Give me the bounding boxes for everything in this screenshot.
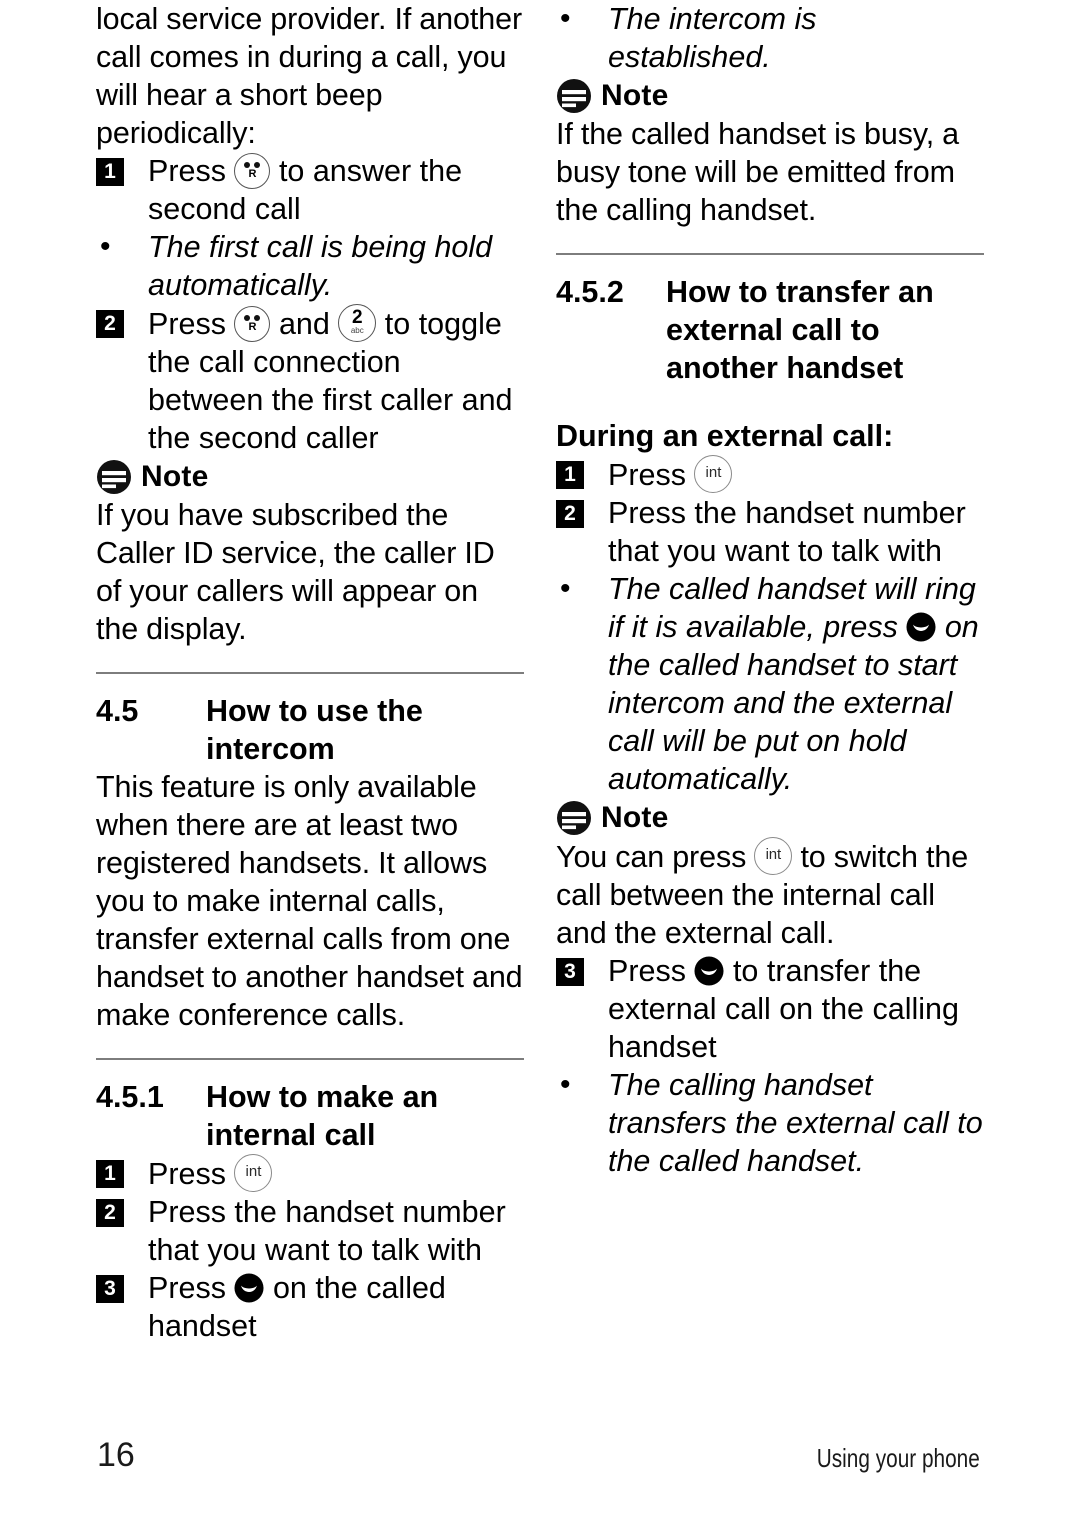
int-key-label: int: [245, 1163, 262, 1180]
heading-title: How to make an internal call: [206, 1080, 439, 1152]
note-label: Note: [141, 460, 209, 493]
heading-4-5-1: 4.5.1 How to make an internal call: [96, 1078, 524, 1154]
bullet-text: The first call is being hold automatical…: [148, 230, 493, 302]
int-key-icon: int: [234, 1154, 273, 1192]
step-text-before: Press: [148, 307, 226, 341]
heading-4-5: 4.5 How to use the intercom: [96, 692, 524, 768]
heading-number: 4.5.2: [556, 275, 624, 309]
bullet-dot-icon: •: [560, 572, 571, 605]
step-number-badge: 1: [556, 461, 584, 489]
recall-letter: R: [248, 168, 257, 180]
note-label: Note: [601, 801, 669, 834]
section-4-5-body: This feature is only available when ther…: [96, 770, 523, 1032]
intro-paragraph: local service provider. If another call …: [96, 2, 523, 150]
digit-two-key-icon: 2 abc: [338, 304, 377, 342]
footer-section-title: Using your phone: [816, 1443, 980, 1473]
step-press-handset-number: 2 Press the handset number that you want…: [96, 1193, 524, 1269]
recall-letter: R: [248, 321, 257, 333]
subheading-during-external-call: During an external call:: [556, 419, 894, 453]
step-press-handset-number: 2 Press the handset number that you want…: [556, 494, 984, 570]
step-text: Press to transfer the external call on t…: [608, 952, 984, 1066]
step-number-badge: 1: [96, 158, 124, 186]
bullet-dot-icon: •: [100, 230, 111, 263]
step-text: Press int: [148, 1154, 524, 1193]
bullet-text: The intercom is established.: [608, 2, 817, 74]
note-body: If the called handset is busy, a busy to…: [556, 117, 960, 227]
heading-number: 4.5: [96, 694, 139, 728]
talk-key-icon: [234, 1273, 264, 1303]
step-press-talk-on-called: 3 Press on the called handset: [96, 1269, 524, 1345]
note-icon: [557, 801, 591, 835]
note-label: Note: [601, 79, 669, 112]
step-press-talk-transfer: 3 Press to transfer the external call on…: [556, 952, 984, 1066]
step-number-badge: 3: [96, 1275, 124, 1303]
int-key-label: int: [705, 464, 722, 481]
step-text-before: Press: [148, 154, 226, 188]
note-icon: [557, 79, 591, 113]
bullet-dot-icon: •: [560, 1068, 571, 1101]
bullet-dot-icon: •: [560, 2, 571, 35]
step-text-before: Press: [608, 458, 686, 492]
step-number-badge: 2: [96, 310, 124, 338]
step-number-badge: 1: [96, 1160, 124, 1188]
step-toggle-call: 2 Press R and 2 abc to toggle the call co…: [96, 304, 524, 457]
step-text: Press on the called handset: [148, 1269, 524, 1345]
note-heading: Note: [556, 799, 984, 837]
step-text-before: Press: [148, 1157, 226, 1191]
step-number-badge: 3: [556, 958, 584, 986]
note-body: You can press int to switch the call bet…: [556, 837, 984, 952]
note-body-before: You can press: [556, 840, 747, 874]
bullet-called-handset-ring: • The called handset will ring if it is …: [556, 570, 984, 798]
step-answer-second-call: 1 Press R to answer the second call: [96, 152, 524, 228]
heading-number: 4.5.1: [96, 1080, 164, 1114]
bullet-intercom-established: • The intercom is established.: [556, 0, 984, 76]
manual-page: local service provider. If another call …: [0, 0, 1080, 1527]
note-heading: Note: [96, 458, 524, 496]
step-text-before: Press: [148, 1271, 226, 1305]
bullet-text: The calling handset transfers the extern…: [608, 1068, 983, 1178]
step-text: Press int: [608, 455, 984, 494]
note-heading: Note: [556, 77, 984, 115]
step-text: Press R to answer the second call: [148, 152, 524, 228]
heading-title: How to transfer an external call to anot…: [666, 275, 934, 385]
int-key-icon: int: [694, 455, 733, 493]
step-text: Press the handset number that you want t…: [148, 1195, 506, 1267]
heading-title: How to use the intercom: [206, 694, 423, 766]
int-key-icon: int: [754, 837, 793, 875]
step-text-before: Press: [608, 954, 686, 988]
note-body: If you have subscribed the Caller ID ser…: [96, 498, 495, 646]
digit-two-letters: abc: [350, 326, 364, 335]
two-column-body: local service provider. If another call …: [0, 0, 1080, 1390]
step-number-badge: 2: [556, 500, 584, 528]
recall-r-key-icon: R: [234, 306, 271, 342]
note-icon: [97, 460, 131, 494]
bullet-calling-handset-transfers: • The calling handset transfers the exte…: [556, 1066, 984, 1180]
step-press-int: 1 Press int: [556, 455, 984, 494]
int-key-label: int: [765, 846, 782, 863]
step-text-middle: and: [278, 307, 330, 341]
step-text: Press the handset number that you want t…: [608, 496, 966, 568]
left-column: local service provider. If another call …: [96, 0, 524, 1390]
recall-r-key-icon: R: [234, 153, 271, 189]
bullet-first-call-hold: • The first call is being hold automatic…: [96, 228, 524, 304]
step-number-badge: 2: [96, 1199, 124, 1227]
heading-4-5-2: 4.5.2 How to transfer an external call t…: [556, 273, 984, 387]
right-column: • The intercom is established. Note If t…: [556, 0, 984, 1390]
page-footer: 16 Using your phone: [0, 1407, 1080, 1527]
digit-two-label: 2: [352, 307, 363, 328]
step-text: Press R and 2 abc to toggle the call conn…: [148, 304, 524, 457]
talk-key-icon: [906, 612, 936, 642]
talk-key-icon: [694, 956, 724, 986]
step-press-int: 1 Press int: [96, 1154, 524, 1193]
page-number: 16: [97, 1436, 135, 1474]
